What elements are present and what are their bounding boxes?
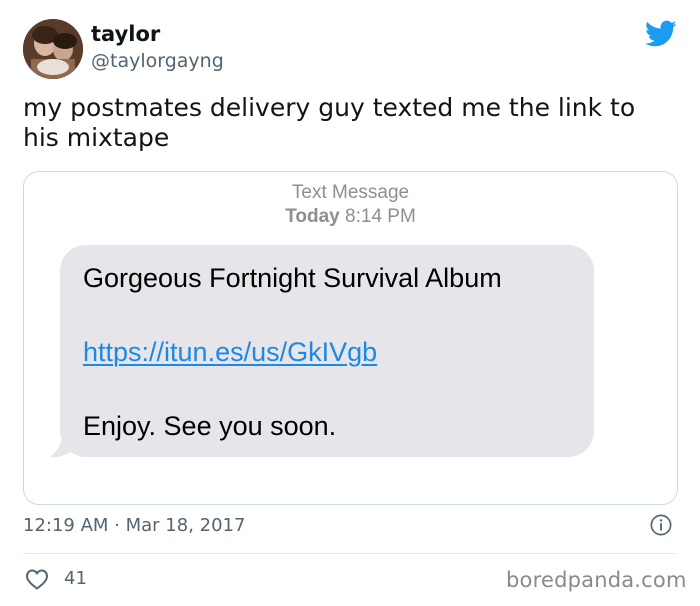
sms-header: Text Message Today 8:14 PM — [24, 181, 677, 229]
divider — [23, 553, 676, 554]
message-line-signoff: Enjoy. See you soon. — [83, 411, 337, 441]
message-line-title: Gorgeous Fortnight Survival Album — [83, 263, 502, 293]
avatar-photo — [23, 19, 83, 79]
info-icon[interactable] — [650, 514, 672, 536]
sms-time-label: 8:14 PM — [345, 206, 416, 227]
tweet-text: my postmates delivery guy texted me the … — [23, 93, 636, 152]
sms-header-label: Text Message — [291, 182, 410, 203]
watermark: boredpanda.com — [506, 568, 687, 592]
sms-date-label: Today — [285, 206, 340, 227]
avatar[interactable] — [23, 19, 83, 79]
like-count[interactable]: 41 — [64, 568, 87, 589]
twitter-bird-icon[interactable] — [645, 20, 677, 48]
message-bubble: Gorgeous Fortnight Survival Album https:… — [60, 245, 594, 457]
display-name[interactable]: taylor — [91, 22, 160, 46]
heart-icon[interactable] — [25, 568, 49, 590]
message-link[interactable]: https://itun.es/us/GkIVgb — [83, 337, 377, 368]
user-handle[interactable]: @taylorgayng — [91, 50, 224, 72]
tweet-media-screenshot[interactable]: Text Message Today 8:14 PM Gorgeous Fort… — [23, 171, 678, 505]
tweet-timestamp[interactable]: 12:19 AM · Mar 18, 2017 — [23, 515, 245, 536]
sms-datetime: Today 8:14 PM — [24, 205, 677, 229]
